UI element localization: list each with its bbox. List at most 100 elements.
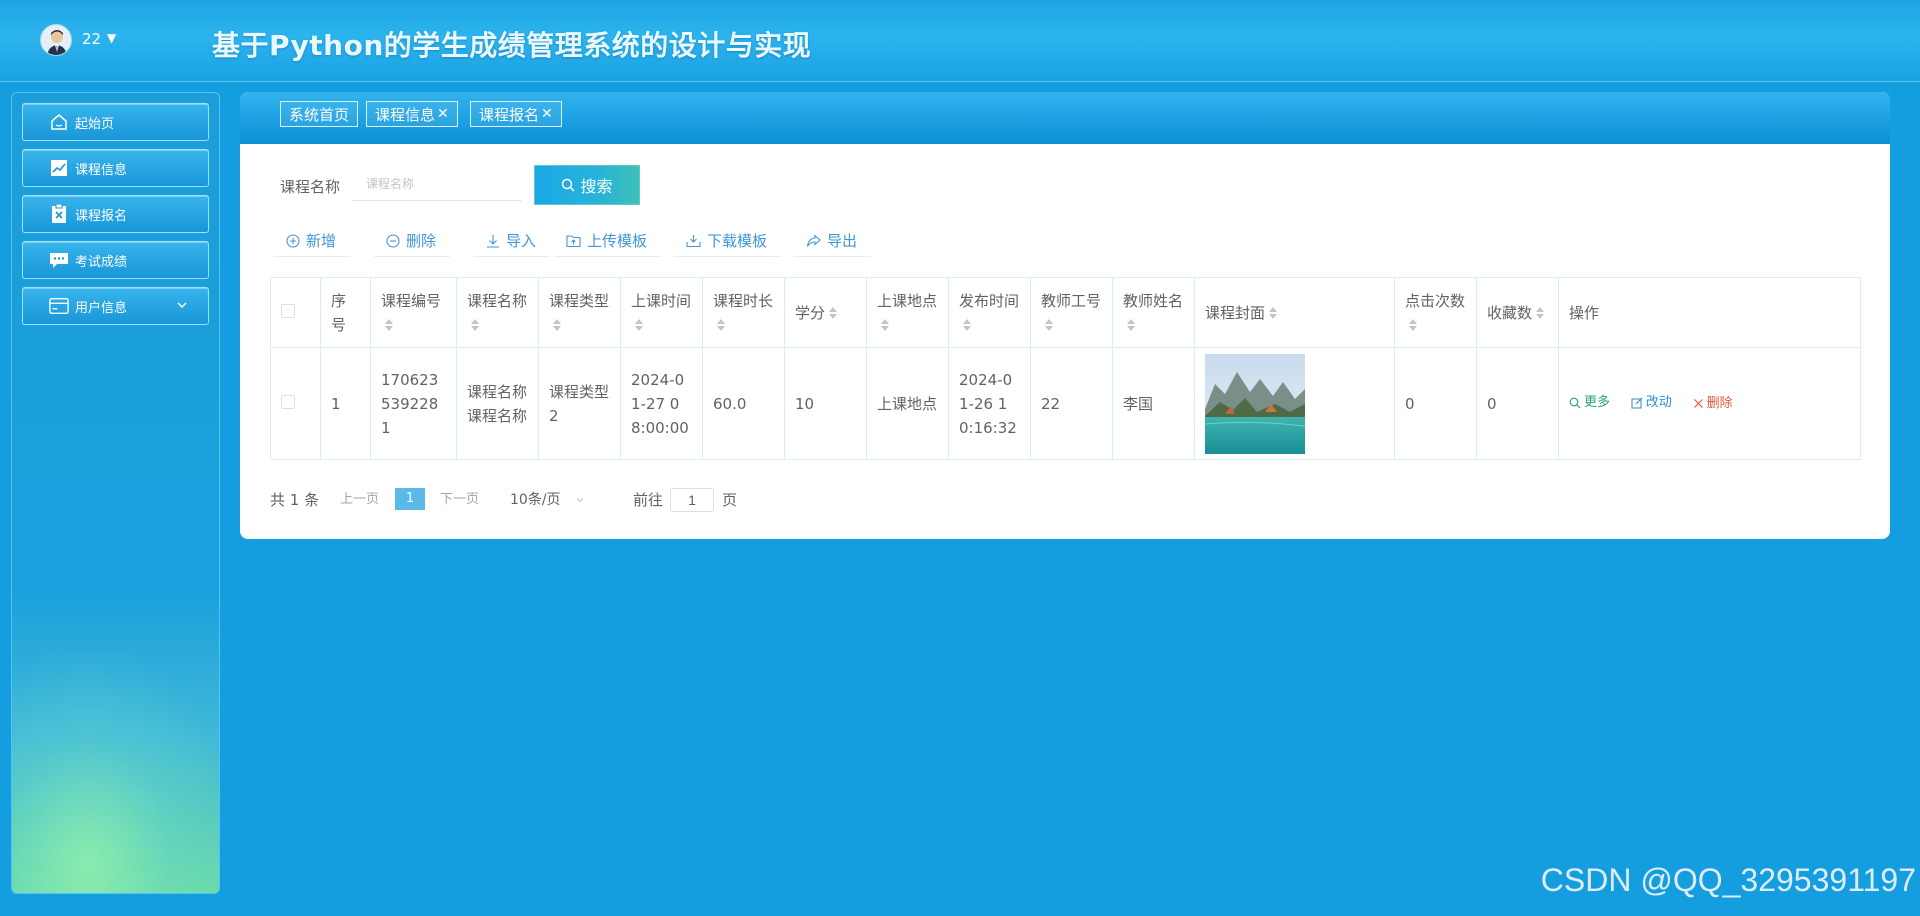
close-icon[interactable]: ✕ [437,106,449,122]
more-button[interactable]: 更多 [1569,391,1610,415]
edit-button[interactable]: 改动 [1631,391,1672,415]
tab-label: 系统首页 [289,105,350,124]
close-icon[interactable]: ✕ [541,106,553,122]
upload-template-label: 上传模板 [587,232,648,250]
header-course-name[interactable]: 课程名称 [456,277,539,348]
header-label: 发布时间 [959,291,1020,310]
sidebar-item-label: 考试成绩 [75,254,128,270]
header-clicks[interactable]: 点击次数 [1394,277,1477,348]
sort-icon[interactable] [1045,319,1053,331]
sidebar-item-home[interactable]: 起始页 [22,103,209,141]
download-template-button[interactable]: 下载模板 [674,225,782,257]
share-icon [806,233,821,248]
tab-label: 课程信息 [375,105,436,124]
goto-page-input[interactable] [670,488,714,512]
header-index: 序号 [320,277,371,348]
header-location[interactable]: 上课地点 [866,277,949,348]
cell-publish-time: 2024-01-26 10:16:32 [948,347,1031,460]
search-input[interactable] [352,167,522,201]
sidebar-item-course-info[interactable]: 课程信息 [22,149,209,187]
top-header: 22 ▼ 基于Python的学生成绩管理系统的设计与实现 [0,0,1920,82]
header-course-no[interactable]: 课程编号 [370,277,457,348]
header-class-time[interactable]: 上课时间 [620,277,703,348]
chat-icon [49,250,69,270]
sort-icon[interactable] [385,319,393,331]
import-button[interactable]: 导入 [474,225,551,257]
cell-actions: 更多 改动 删除 [1558,347,1861,460]
header-label: 序号 [331,291,347,334]
sidebar-item-user-info[interactable]: 用户信息 [22,287,209,325]
add-button-label: 新增 [306,232,337,250]
course-cover-image[interactable] [1205,353,1305,454]
cell-index: 1 [320,347,371,460]
user-name[interactable]: 22 [82,30,101,48]
cell-course-name: 课程名称课程名称 [456,347,539,460]
edit-label: 改动 [1645,395,1672,410]
prev-page-button[interactable]: 上一页 [340,486,379,514]
sidebar-item-exam-scores[interactable]: 考试成绩 [22,241,209,279]
sidebar-item-label: 起始页 [75,116,115,132]
header-label: 学分 [795,303,826,322]
search-button[interactable]: 搜索 [534,165,640,205]
header-label: 课程封面 [1205,303,1266,322]
header-label: 课程类型 [549,291,610,310]
sort-icon[interactable] [881,319,889,331]
folder-upload-icon [566,234,581,248]
more-label: 更多 [1584,395,1611,410]
row-checkbox[interactable] [281,394,295,409]
header-teacher-no[interactable]: 教师工号 [1030,277,1113,348]
sort-icon[interactable] [553,319,561,331]
page-number-current[interactable]: 1 [395,488,425,510]
chart-line-icon [49,158,69,178]
tab-bar: 系统首页 课程信息 ✕ 课程报名 ✕ [240,92,1890,144]
sort-icon[interactable] [1536,307,1545,319]
app-title: 基于Python的学生成绩管理系统的设计与实现 [212,29,812,62]
sort-icon[interactable] [635,319,643,331]
header-label: 课程编号 [381,291,442,310]
sort-icon[interactable] [471,319,479,331]
sidebar-item-label: 课程信息 [75,162,128,178]
row-delete-button[interactable]: 删除 [1693,392,1733,416]
export-button[interactable]: 导出 [794,225,872,257]
add-button[interactable]: 新增 [274,225,351,257]
cell-class-time: 2024-01-27 08:00:00 [620,347,703,460]
header-label: 操作 [1569,303,1600,322]
header-publish-time[interactable]: 发布时间 [948,277,1031,348]
sort-icon[interactable] [1269,307,1278,319]
caret-down-icon[interactable]: ▼ [107,31,116,45]
user-avatar[interactable] [40,24,72,56]
sort-icon[interactable] [1127,319,1135,331]
select-all-checkbox[interactable] [281,303,295,318]
plus-circle-icon [286,233,300,248]
edit-icon [1631,397,1643,409]
sort-icon[interactable] [963,319,971,331]
cell-location: 上课地点 [866,347,949,460]
sort-icon[interactable] [1409,319,1417,331]
cell-course-type: 课程类型2 [538,347,621,460]
header-favorites[interactable]: 收藏数 [1476,277,1559,348]
header-teacher-name[interactable]: 教师姓名 [1112,277,1195,348]
tab-home[interactable]: 系统首页 [280,101,359,127]
sidebar-item-course-enroll[interactable]: 课程报名 [22,195,209,233]
header-label: 课程名称 [467,291,528,310]
tab-course-info[interactable]: 课程信息 ✕ [366,101,458,127]
sidebar-item-label: 课程报名 [75,208,128,224]
header-duration[interactable]: 课程时长 [702,277,785,348]
chevron-down-icon [576,498,584,503]
import-button-label: 导入 [506,232,537,250]
header-credit[interactable]: 学分 [784,277,867,348]
header-course-type[interactable]: 课程类型 [538,277,621,348]
sort-icon[interactable] [717,319,725,331]
header-label: 收藏数 [1487,303,1533,322]
sort-icon[interactable] [829,307,838,319]
clipboard-icon [49,204,69,224]
page-size-select[interactable]: 10条/页 [510,486,585,514]
next-page-button[interactable]: 下一页 [440,486,479,514]
tab-label: 课程报名 [479,105,540,124]
header-cover[interactable]: 课程封面 [1194,277,1395,348]
delete-button[interactable]: 删除 [374,225,451,257]
delete-button-label: 删除 [406,232,437,250]
select-cell [270,347,321,460]
upload-template-button[interactable]: 上传模板 [554,225,662,257]
tab-course-enroll[interactable]: 课程报名 ✕ [470,101,562,127]
